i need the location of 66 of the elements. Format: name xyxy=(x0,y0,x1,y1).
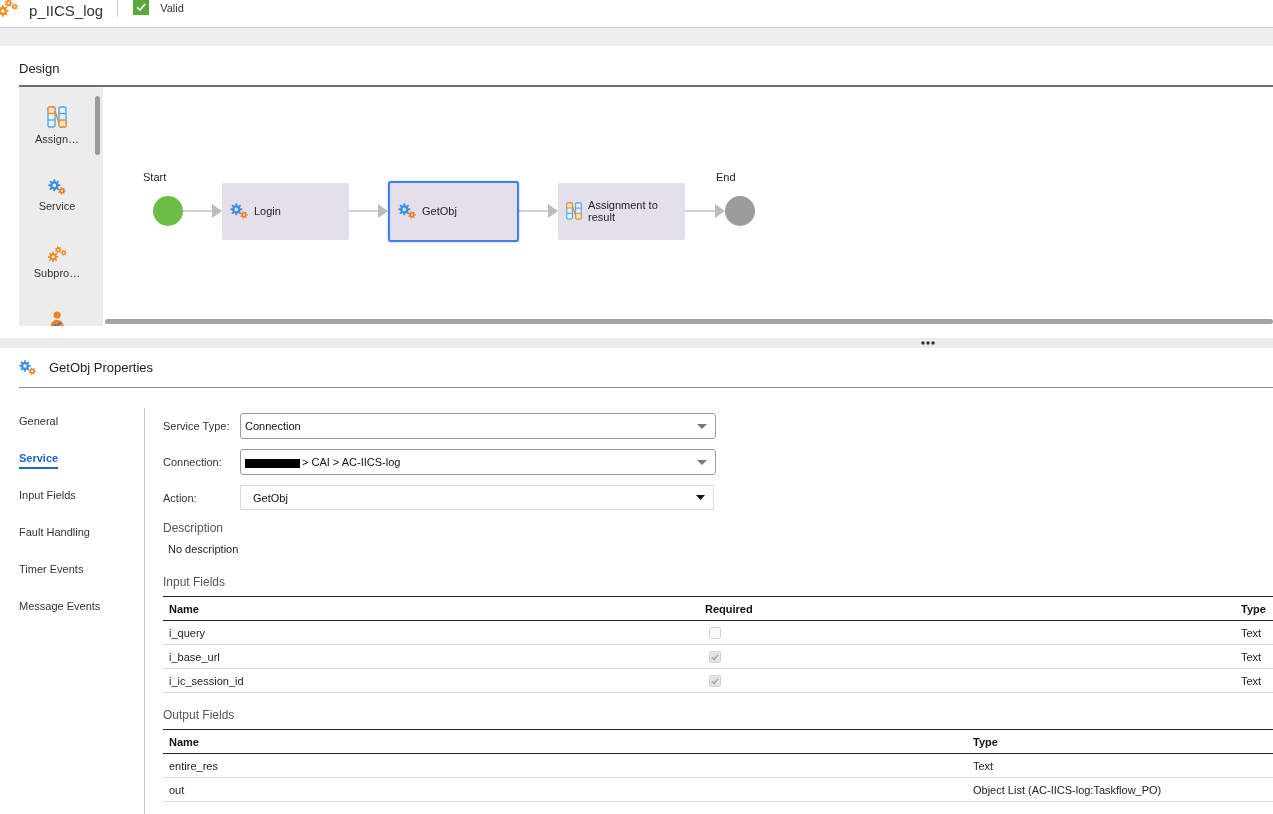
checkbox[interactable] xyxy=(709,650,721,663)
checkbox[interactable] xyxy=(709,626,721,639)
start-event[interactable] xyxy=(153,196,183,226)
end-event[interactable] xyxy=(725,196,755,226)
table-cell-text: Text xyxy=(1240,674,1263,687)
gears-icon xyxy=(230,202,248,220)
column-header: Name xyxy=(168,602,200,615)
dropdown[interactable]: Connection xyxy=(240,413,716,439)
scrollbar-thumb[interactable] xyxy=(95,96,100,155)
field-label: Action: xyxy=(163,491,198,504)
field-label: Connection: xyxy=(163,456,223,468)
dropdown[interactable]: GetObj xyxy=(240,485,714,510)
process-title: p_IICS_log xyxy=(29,1,104,19)
connector-arrow xyxy=(183,204,222,218)
gears-icon xyxy=(48,178,66,195)
connector-arrow xyxy=(685,204,725,218)
gears-icon xyxy=(47,245,67,262)
column-header: Type xyxy=(1240,602,1267,615)
column-header: Name xyxy=(168,735,200,748)
gears-icon xyxy=(19,359,36,376)
table-cell-text: i_base_url xyxy=(168,650,221,663)
gears-icon xyxy=(0,0,18,17)
flow-step[interactable]: Assignment to result xyxy=(558,182,685,240)
checkbox[interactable] xyxy=(709,674,721,687)
scrollbar-thumb[interactable] xyxy=(105,319,1273,324)
nav-tab[interactable]: Service xyxy=(19,452,59,469)
table-cell-text: Text xyxy=(1240,650,1263,663)
column-header: Type xyxy=(972,735,999,748)
field-label: Service Type: xyxy=(163,420,231,432)
column-header: Required xyxy=(704,602,754,615)
caret-down-icon xyxy=(697,423,707,429)
table-cell-text: Text xyxy=(972,759,995,772)
panel-title: GetObj Properties xyxy=(49,360,154,375)
nav-tab[interactable]: Message Events xyxy=(19,600,101,617)
table-mapping-icon xyxy=(47,106,67,128)
dropdown[interactable]: > CAI > AC-IICS-log xyxy=(240,449,716,475)
section-title: Output Fields xyxy=(163,708,236,722)
table-cell-text: Text xyxy=(1240,626,1263,639)
event-label: End xyxy=(716,171,736,183)
status-text: Valid xyxy=(160,2,184,14)
caret-down-icon xyxy=(696,495,705,500)
table-mapping-icon xyxy=(566,201,583,221)
palette-item[interactable]: Subpro… xyxy=(19,238,95,305)
table-cell-text: i_query xyxy=(168,626,207,639)
connector-arrow xyxy=(349,204,388,218)
palette-item[interactable]: Assign… xyxy=(19,104,95,171)
nav-tab[interactable]: Fault Handling xyxy=(19,526,90,543)
connector-arrow xyxy=(519,204,558,218)
description-text: No description xyxy=(168,543,240,556)
table-cell-text: i_ic_session_id xyxy=(168,674,245,687)
flow-step[interactable]: GetObj xyxy=(388,180,519,242)
person-check-icon xyxy=(48,311,66,326)
event-label: Start xyxy=(143,171,167,183)
section-title: Description xyxy=(163,521,225,535)
drag-handle-icon[interactable] xyxy=(921,341,935,345)
table-cell-text: Object List (AC-IICS-log:Taskflow_PO) xyxy=(972,783,1163,796)
nav-tab[interactable]: Input Fields xyxy=(19,489,76,506)
section-title: Input Fields xyxy=(163,575,227,589)
caret-down-icon xyxy=(697,459,707,465)
table-cell-text: out xyxy=(168,783,186,796)
gears-icon xyxy=(398,202,416,220)
palette-item[interactable]: Service xyxy=(19,171,95,238)
table-cell-text: entire_res xyxy=(168,759,219,772)
nav-tab[interactable]: General xyxy=(19,415,59,432)
flow-step[interactable]: Login xyxy=(222,182,349,240)
nav-tab[interactable]: Timer Events xyxy=(19,563,84,580)
